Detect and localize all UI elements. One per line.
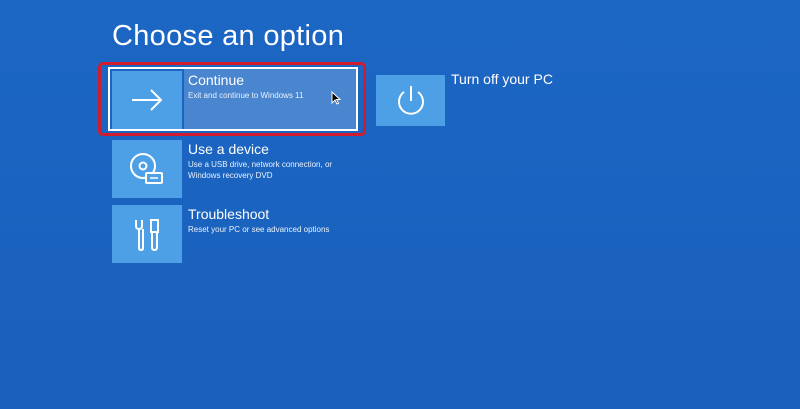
continue-option[interactable]: Continue Exit and continue to Windows 11 xyxy=(98,62,366,136)
turn-off-option[interactable]: Turn off your PC xyxy=(376,71,596,126)
power-icon xyxy=(397,85,424,115)
arrow-right-icon xyxy=(132,89,163,111)
continue-description: Exit and continue to Windows 11 xyxy=(188,91,304,100)
troubleshoot-tile[interactable] xyxy=(112,205,182,263)
page-title: Choose an option xyxy=(112,20,345,52)
turn-off-label: Turn off your PC xyxy=(451,71,553,87)
use-device-tile[interactable] xyxy=(112,140,182,198)
use-device-description: Use a USB drive, network connection, or … xyxy=(188,160,333,180)
use-device-label: Use a device xyxy=(188,141,269,157)
tools-icon xyxy=(135,219,159,252)
disc-usb-icon xyxy=(130,153,163,184)
troubleshoot-option[interactable]: Troubleshoot Reset your PC or see advanc… xyxy=(112,205,358,263)
recovery-screen: Choose an option Continue Exit and conti… xyxy=(0,0,800,409)
troubleshoot-label: Troubleshoot xyxy=(188,206,270,222)
turn-off-tile[interactable] xyxy=(376,75,445,126)
use-device-option[interactable]: Use a device Use a USB drive, network co… xyxy=(112,140,358,198)
continue-tile[interactable] xyxy=(112,71,182,129)
troubleshoot-description: Reset your PC or see advanced options xyxy=(188,225,330,234)
continue-label: Continue xyxy=(188,72,245,88)
